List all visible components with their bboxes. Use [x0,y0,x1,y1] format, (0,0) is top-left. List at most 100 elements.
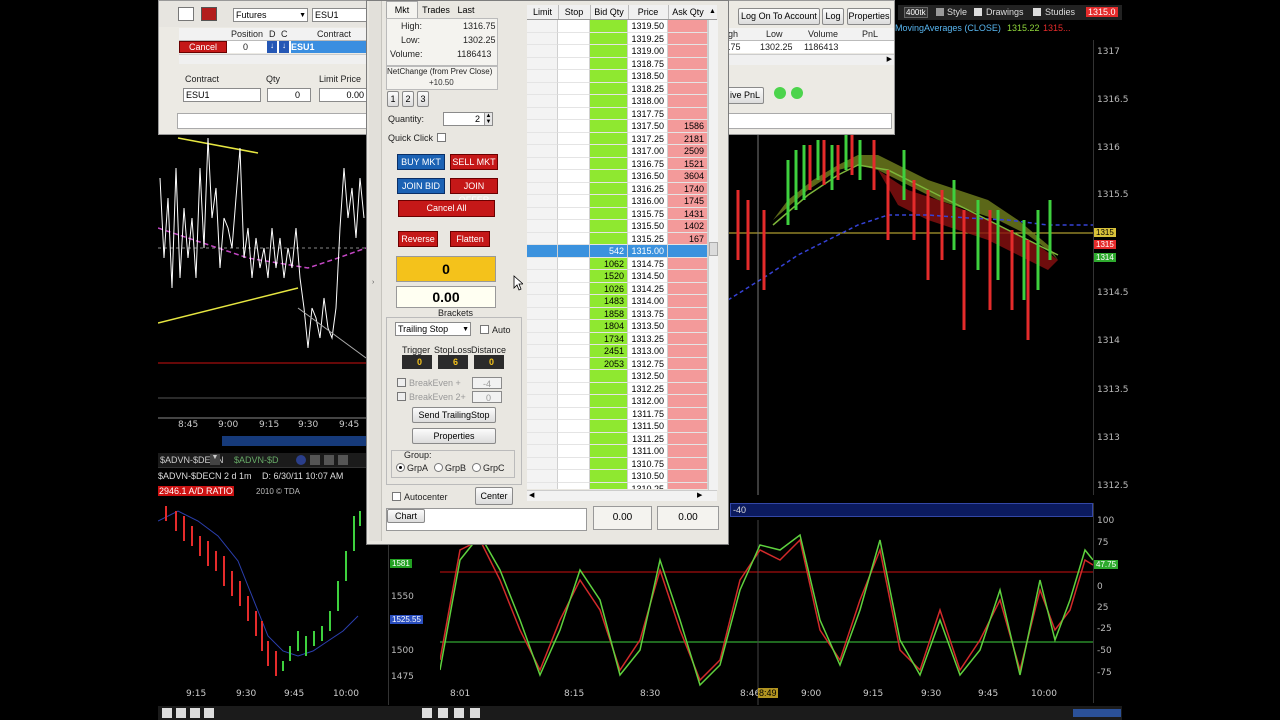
arrow-down-icon[interactable]: ↓ [267,41,277,53]
ask-qty-cell[interactable] [668,332,708,345]
breakeven1-checkbox[interactable] [397,378,406,387]
price-cell[interactable]: 1311.25 [628,432,668,445]
stop-cell[interactable] [558,207,590,220]
ladder-row[interactable]: 1310.50 [527,470,717,483]
send-trailing-stop-button[interactable]: Send TrailingStop [412,407,496,423]
limit-cell[interactable] [527,395,558,408]
stop-cell[interactable] [558,120,590,133]
stop-cell[interactable] [558,482,590,489]
ask-qty-cell[interactable] [668,445,708,458]
stop-cell[interactable] [558,432,590,445]
ask-qty-cell[interactable]: 1402 [668,220,708,233]
limit-cell[interactable] [527,345,558,358]
price-cell[interactable]: 1311.75 [628,407,668,420]
stop-cell[interactable] [558,70,590,83]
price-ladder[interactable]: Limit Stop Bid Qty Price Ask Qty ▲ 1319.… [527,5,717,489]
col-stop[interactable]: Stop [558,5,591,19]
stop-cell[interactable] [558,470,590,483]
ladder-row[interactable]: 1316.75 1521 [527,157,717,170]
auto-checkbox[interactable] [480,325,489,334]
stop-cell[interactable] [558,57,590,70]
order-grid-scrollbar[interactable] [179,54,367,64]
stop-cell[interactable] [558,32,590,45]
bid-qty-cell[interactable]: 2451 [590,345,628,358]
ad-chart[interactable]: $ADVN-$DECN ▼ $ADVN-$D $ADVN-$DECN 2 d 1… [158,453,388,705]
price-cell[interactable]: 1319.25 [628,32,668,45]
limit-cell[interactable] [527,120,558,133]
ladder-row[interactable]: 1316.25 1740 [527,182,717,195]
ladder-row[interactable]: 1315.75 1431 [527,207,717,220]
ladder-row[interactable]: 1316.00 1745 [527,195,717,208]
chart-scrollbar[interactable] [1073,709,1121,717]
limit-cell[interactable] [527,170,558,183]
limit-cell[interactable] [527,157,558,170]
price-cell[interactable]: 1316.25 [628,182,668,195]
arrow-down-icon[interactable]: ↓ [279,41,289,53]
symbol-input[interactable]: ESU1 [312,8,367,22]
instrument-type-select[interactable]: Futures ▼ [233,8,308,22]
ask-qty-cell[interactable] [668,345,708,358]
pan-icon[interactable] [190,708,200,718]
ladder-row[interactable]: 1318.50 [527,70,717,83]
scroll-right-icon[interactable]: ▶ [697,491,702,499]
stop-cell[interactable] [558,307,590,320]
join-bid-button[interactable]: JOIN BID [397,178,445,194]
bid-qty-cell[interactable]: 1026 [590,282,628,295]
ask-qty-cell[interactable] [668,245,708,258]
center-button[interactable]: Center [475,487,513,505]
price-cell[interactable]: 1312.50 [628,370,668,383]
ask-qty-cell[interactable] [668,95,708,108]
ladder-row[interactable]: 1311.00 [527,445,717,458]
ladder-row[interactable]: 1310.25 [527,482,717,489]
ask-qty-cell[interactable] [668,20,708,33]
ladder-row[interactable]: 1319.00 [527,45,717,58]
ladder-row[interactable]: 2053 1312.75 [527,357,717,370]
col-ask-qty[interactable]: Ask Qty [668,5,708,19]
limit-cell[interactable] [527,232,558,245]
ask-qty-cell[interactable]: 1745 [668,195,708,208]
ladder-row[interactable]: 1312.50 [527,370,717,383]
limit-price-field[interactable]: 0.00 [319,88,367,102]
ask-qty-cell[interactable] [668,107,708,120]
quick-qty-1-button[interactable]: 1 [387,91,399,107]
limit-cell[interactable] [527,20,558,33]
stop-cell[interactable] [558,382,590,395]
pan-icon[interactable] [454,708,464,718]
limit-cell[interactable] [527,95,558,108]
log-on-button[interactable]: Log On To Account [738,8,820,25]
bid-qty-cell[interactable] [590,432,628,445]
ask-qty-cell[interactable] [668,482,708,489]
ladder-row[interactable]: 1315.50 1402 [527,220,717,233]
chart-button[interactable]: Chart [387,509,425,523]
zoom-in-icon[interactable] [176,708,186,718]
limit-cell[interactable] [527,207,558,220]
ladder-row[interactable]: 1520 1314.50 [527,270,717,283]
ladder-row[interactable]: 1310.75 [527,457,717,470]
zoom-out-icon[interactable] [162,708,172,718]
price-cell[interactable]: 1313.25 [628,332,668,345]
flatten-button[interactable]: Flatten [450,231,490,247]
bracket-type-select[interactable]: Trailing Stop ▼ [395,322,471,336]
stop-cell[interactable] [558,195,590,208]
bid-qty-cell[interactable]: 1734 [590,332,628,345]
limit-cell[interactable] [527,145,558,158]
price-cell[interactable]: 1315.50 [628,220,668,233]
tab-mkt[interactable]: Mkt [386,1,418,18]
style-icon[interactable] [936,8,944,16]
limit-cell[interactable] [527,320,558,333]
stop-cell[interactable] [558,320,590,333]
price-cell[interactable]: 1316.50 [628,170,668,183]
ask-qty-cell[interactable] [668,57,708,70]
limit-cell[interactable] [527,57,558,70]
bid-qty-cell[interactable] [590,132,628,145]
ladder-row[interactable]: 1311.25 [527,432,717,445]
ask-qty-cell[interactable] [668,32,708,45]
ladder-row[interactable]: 1317.75 [527,107,717,120]
col-bid-qty[interactable]: Bid Qty [590,5,629,19]
stop-cell[interactable] [558,220,590,233]
limit-cell[interactable] [527,307,558,320]
bid-qty-cell[interactable] [590,95,628,108]
scroll-left-icon[interactable]: ◀ [529,491,534,499]
stop-cell[interactable] [558,257,590,270]
ask-qty-cell[interactable] [668,432,708,445]
